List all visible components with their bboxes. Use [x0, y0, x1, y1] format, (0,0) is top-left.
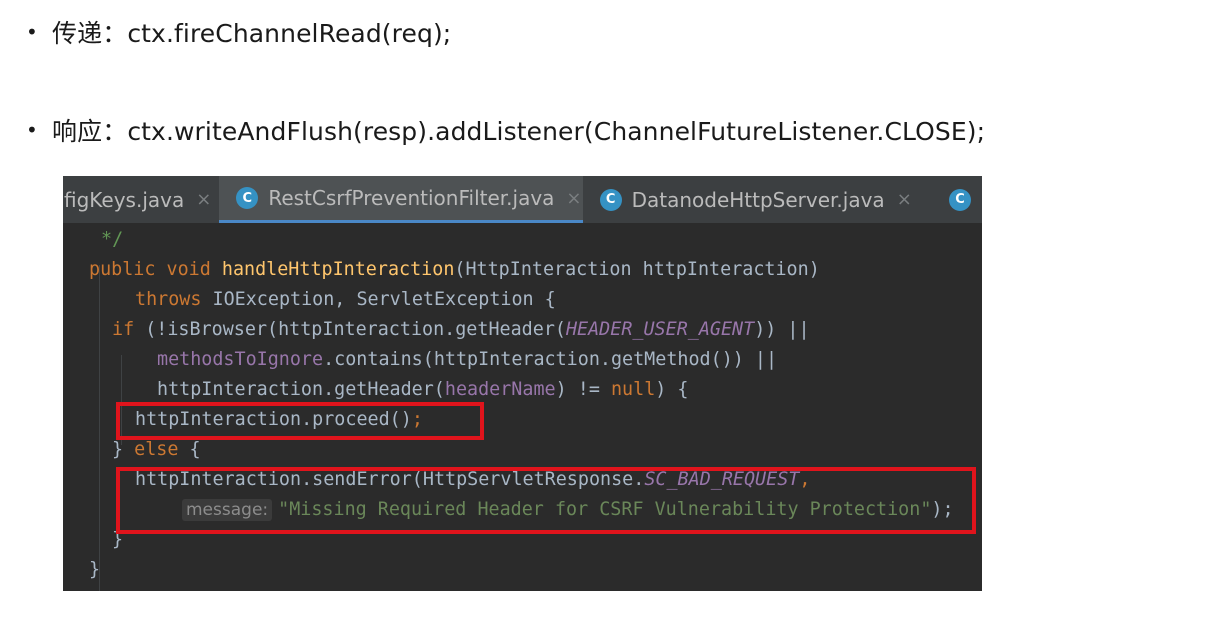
class-icon: C	[949, 188, 971, 211]
bullet-text: 传递：ctx.fireChannelRead(req);	[52, 14, 451, 50]
bullet-label: 传递：	[52, 19, 128, 48]
bullet-item-response: • 响应：ctx.writeAndFlush(resp).addListener…	[26, 110, 985, 150]
bullet-dot: •	[26, 118, 38, 142]
keyword-token: if	[112, 319, 146, 340]
code-line: public void handleHttpInteraction(HttpIn…	[89, 255, 820, 285]
tab-figkeys[interactable]: figKeys.java ×	[63, 176, 219, 223]
code-line: */	[101, 225, 123, 255]
code-token: (HttpInteraction httpInteraction)	[454, 259, 820, 280]
code-token: IOException, ServletException {	[212, 289, 556, 310]
bullet-dot: •	[26, 20, 38, 44]
field-token: headerName	[444, 379, 556, 400]
tab-truncated[interactable]: C Ir	[932, 176, 982, 223]
comment-token: */	[101, 229, 124, 250]
method-name-token: handleHttpInteraction	[221, 259, 455, 280]
code-token: (!isBrowser(httpInteraction.getHeader(	[145, 319, 566, 340]
tab-label: DatanodeHttpServer.java	[631, 187, 885, 212]
constant-token: HEADER_USER_AGENT	[565, 319, 755, 340]
highlight-box-proceed	[116, 402, 484, 440]
field-token: methodsToIgnore	[157, 349, 324, 370]
bullet-label: 响应：	[52, 117, 128, 146]
editor-tab-bar: figKeys.java × C RestCsrfPreventionFilte…	[63, 176, 982, 223]
tab-restcsrfpreventionfilter[interactable]: C RestCsrfPreventionFilter.java ×	[219, 176, 583, 223]
keyword-token: throws	[135, 289, 213, 310]
close-icon[interactable]: ×	[566, 188, 581, 209]
class-icon: C	[236, 187, 259, 209]
tab-datanodehttpserver[interactable]: C DatanodeHttpServer.java ×	[583, 176, 932, 223]
code-token: ) {	[655, 379, 689, 400]
code-editor-screenshot: figKeys.java × C RestCsrfPreventionFilte…	[63, 176, 982, 591]
bullet-item-pass: • 传递：ctx.fireChannelRead(req);	[26, 12, 451, 52]
code-token: .contains(httpInteraction.getMethod()) |…	[323, 349, 778, 370]
bullet-text: 响应：ctx.writeAndFlush(resp).addListener(C…	[52, 112, 985, 148]
bullet-code: ctx.writeAndFlush(resp).addListener(Chan…	[127, 117, 986, 146]
indent-guide	[99, 265, 100, 591]
highlight-box-senderror	[116, 467, 976, 534]
code-line: methodsToIgnore.contains(httpInteraction…	[157, 345, 777, 375]
code-token: httpInteraction.getHeader(	[157, 379, 445, 400]
keyword-token: null	[610, 379, 656, 400]
close-icon[interactable]: ×	[897, 189, 912, 210]
tab-label: figKeys.java	[64, 187, 185, 212]
code-line: if (!isBrowser(httpInteraction.getHeader…	[112, 315, 810, 345]
code-token: }	[89, 559, 101, 580]
code-line: throws IOException, ServletException {	[135, 285, 556, 315]
class-icon: C	[599, 188, 622, 211]
tab-label: Ir	[981, 188, 982, 212]
code-token: {	[178, 439, 201, 460]
close-icon[interactable]: ×	[196, 189, 211, 210]
code-token: }	[112, 439, 135, 460]
code-token: )) ||	[754, 319, 810, 340]
tab-label: RestCsrfPreventionFilter.java	[268, 186, 555, 210]
code-line: httpInteraction.getHeader(headerName) !=…	[157, 375, 689, 405]
bullet-code: ctx.fireChannelRead(req);	[127, 19, 452, 48]
keyword-token: else	[134, 439, 179, 460]
code-line: }	[89, 555, 100, 585]
keyword-token: public void	[89, 259, 222, 280]
code-token: ) !=	[555, 379, 611, 400]
